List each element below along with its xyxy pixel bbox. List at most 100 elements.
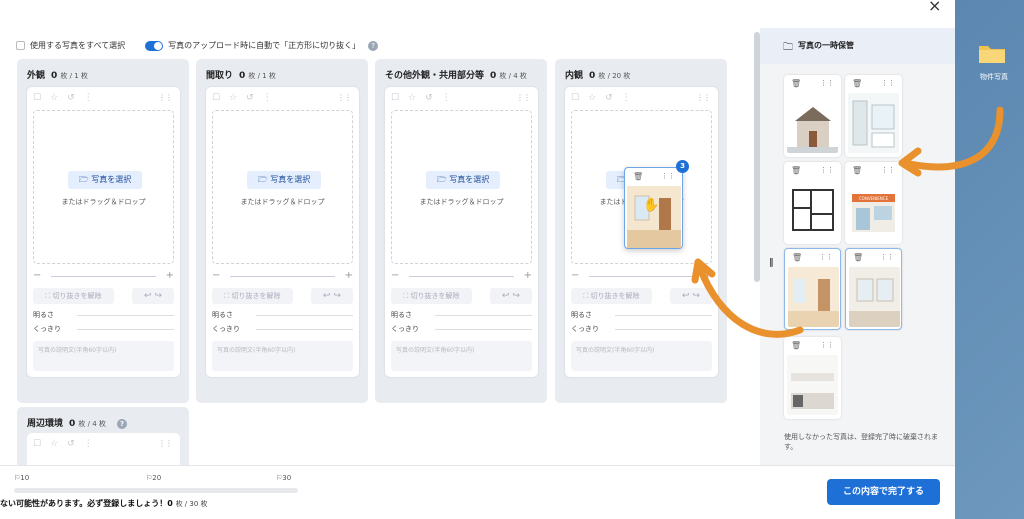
more-icon[interactable]: ⋮ [622, 93, 631, 103]
star-icon[interactable]: ☆ [588, 93, 596, 103]
drag-handle-icon[interactable]: ⋮⋮ [661, 172, 675, 180]
category-column: 外観 0 枚 / 1 枚 ☐ ☆ ↺ ⋮ ⋮⋮ 🗁 写真を選択 またはドラッグ＆ド… [17, 59, 189, 403]
trash-icon[interactable]: 🗑 [791, 166, 801, 175]
drag-handle-icon[interactable]: ⋮⋮ [516, 93, 531, 102]
drag-handle-icon[interactable]: ⋮⋮ [820, 341, 834, 349]
photo-drop-zone[interactable]: 🗁 写真を選択 またはドラッグ＆ドロップ [33, 110, 174, 264]
select-photo-button[interactable]: 🗁 写真を選択 [68, 171, 142, 189]
more-icon[interactable]: ⋮ [263, 93, 272, 103]
desktop-folder-label[interactable]: 物件写真 [972, 72, 1016, 82]
photo-description-input[interactable]: 写真の説明文(半角60字以内) [391, 341, 532, 371]
photo-description-input[interactable]: 写真の説明文(半角60字以内) [571, 341, 712, 371]
select-all-label: 使用する写真をすべて選択 [30, 41, 126, 50]
zoom-in-icon[interactable]: + [345, 271, 353, 281]
trash-icon[interactable]: 🗑 [791, 341, 801, 350]
drag-handle-icon[interactable]: ⋮⋮ [158, 93, 173, 102]
living-room-image [849, 267, 900, 327]
checkbox-icon[interactable]: ☐ [33, 93, 41, 103]
drag-handle-icon[interactable]: ⋮⋮ [881, 79, 895, 87]
photo-drop-zone[interactable]: 🗁 写真を選択 またはドラッグ＆ドロップ [212, 110, 353, 264]
star-icon[interactable]: ☆ [50, 439, 58, 449]
temp-photo-thumbnail[interactable]: 🗑 ⋮⋮ CONVENIENCE [845, 162, 902, 244]
sharpness-slider[interactable]: くっきり [391, 325, 532, 333]
temp-photo-thumbnail[interactable]: 🗑 ⋮⋮ [845, 248, 902, 330]
zoom-slider[interactable]: − + [33, 271, 174, 281]
trash-icon[interactable]: 🗑 [791, 79, 801, 88]
temp-photo-thumbnail[interactable]: 🗑 ⋮⋮ [784, 75, 841, 157]
rotate-icon[interactable]: ↺ [67, 93, 75, 103]
drag-handle-icon[interactable]: ⋮⋮ [881, 166, 895, 174]
zoom-slider[interactable]: − + [391, 271, 532, 281]
trash-icon[interactable]: 🗑 [853, 253, 863, 262]
photo-description-input[interactable]: 写真の説明文(半角60字以内) [212, 341, 353, 371]
temp-photo-thumbnail[interactable]: 🗑 ⋮⋮ [784, 248, 841, 330]
rotate-icon[interactable]: ↺ [605, 93, 613, 103]
category-column: 周辺環境 0 枚 / 4 枚 ? ☐ ☆ ↺ ⋮ ⋮⋮ [17, 407, 189, 465]
photo-description-input[interactable]: 写真の説明文(半角60字以内) [33, 341, 174, 371]
release-crop-button[interactable]: ⛶ 切り抜きを解除 [212, 288, 293, 304]
drag-handle-icon[interactable]: ⋮⋮ [880, 253, 894, 261]
drag-handle-icon[interactable]: ⋮⋮ [337, 93, 352, 102]
panel-resize-handle[interactable]: ‖ [769, 258, 774, 268]
checkbox-icon[interactable]: ☐ [212, 93, 220, 103]
drag-handle-icon[interactable]: ⋮⋮ [158, 439, 173, 448]
checkbox-icon[interactable]: ☐ [571, 93, 579, 103]
brightness-slider[interactable]: 明るさ [571, 311, 712, 319]
drag-handle-icon[interactable]: ⋮⋮ [696, 93, 711, 102]
star-icon[interactable]: ☆ [50, 93, 58, 103]
complete-button[interactable]: この内容で完了する [827, 479, 940, 505]
trash-icon[interactable]: 🗑 [852, 79, 862, 88]
zoom-slider[interactable]: − + [571, 271, 712, 281]
select-photo-button[interactable]: 🗁 写真を選択 [247, 171, 321, 189]
close-button[interactable]: × [928, 0, 941, 14]
brightness-slider[interactable]: 明るさ [212, 311, 353, 319]
release-crop-button[interactable]: ⛶ 切り抜きを解除 [33, 288, 114, 304]
checkbox-icon[interactable]: ☐ [33, 439, 41, 449]
temp-photo-thumbnail[interactable]: 🗑 ⋮⋮ [845, 75, 902, 157]
star-icon[interactable]: ☆ [229, 93, 237, 103]
brightness-slider[interactable]: 明るさ [33, 311, 174, 319]
more-icon[interactable]: ⋮ [442, 93, 451, 103]
brightness-slider[interactable]: 明るさ [391, 311, 532, 319]
release-crop-button[interactable]: ⛶ 切り抜きを解除 [571, 288, 652, 304]
sharpness-slider[interactable]: くっきり [33, 325, 174, 333]
help-icon[interactable]: ? [368, 40, 379, 51]
rotate-icon[interactable]: ↺ [67, 439, 75, 449]
zoom-out-icon[interactable]: − [571, 271, 579, 281]
rotate-icon[interactable]: ↺ [246, 93, 254, 103]
temp-photo-thumbnail[interactable]: 🗑 ⋮⋮ [784, 337, 841, 419]
more-icon[interactable]: ⋮ [84, 93, 93, 103]
undo-redo-buttons[interactable]: ↩ ↪ [311, 288, 353, 304]
sharpness-slider[interactable]: くっきり [212, 325, 353, 333]
zoom-out-icon[interactable]: − [212, 271, 220, 281]
star-icon[interactable]: ☆ [408, 93, 416, 103]
zoom-out-icon[interactable]: − [391, 271, 399, 281]
undo-redo-buttons[interactable]: ↩ ↪ [670, 288, 712, 304]
checkbox-icon[interactable]: ☐ [391, 93, 399, 103]
trash-icon[interactable]: 🗑 [792, 253, 802, 262]
zoom-out-icon[interactable]: − [33, 271, 41, 281]
zoom-in-icon[interactable]: + [704, 271, 712, 281]
undo-redo-buttons[interactable]: ↩ ↪ [490, 288, 532, 304]
sharpness-slider[interactable]: くっきり [571, 325, 712, 333]
folder-icon[interactable] [978, 42, 1006, 64]
help-icon[interactable]: ? [117, 419, 128, 429]
auto-crop-toggle[interactable] [145, 40, 164, 51]
trash-icon[interactable]: 🗑 [852, 166, 862, 175]
select-all-checkbox[interactable] [16, 41, 25, 50]
temp-photo-thumbnail[interactable]: 🗑 ⋮⋮ [784, 162, 841, 244]
zoom-slider[interactable]: − + [212, 271, 353, 281]
select-photo-button[interactable]: 🗁 写真を選択 [426, 171, 500, 189]
drag-handle-icon[interactable]: ⋮⋮ [820, 166, 834, 174]
release-crop-button[interactable]: ⛶ 切り抜きを解除 [391, 288, 472, 304]
trash-icon[interactable]: 🗑 [633, 172, 643, 181]
zoom-in-icon[interactable]: + [524, 271, 532, 281]
more-icon[interactable]: ⋮ [84, 439, 93, 449]
photo-drop-zone[interactable]: 🗁 写真を選択 またはドラッグ＆ドロップ [391, 110, 532, 264]
undo-redo-buttons[interactable]: ↩ ↪ [132, 288, 174, 304]
zoom-in-icon[interactable]: + [166, 271, 174, 281]
drag-handle-icon[interactable]: ⋮⋮ [820, 79, 834, 87]
drag-handle-icon[interactable]: ⋮⋮ [819, 253, 833, 261]
rotate-icon[interactable]: ↺ [425, 93, 433, 103]
grab-cursor-icon: ✋ [643, 198, 660, 213]
